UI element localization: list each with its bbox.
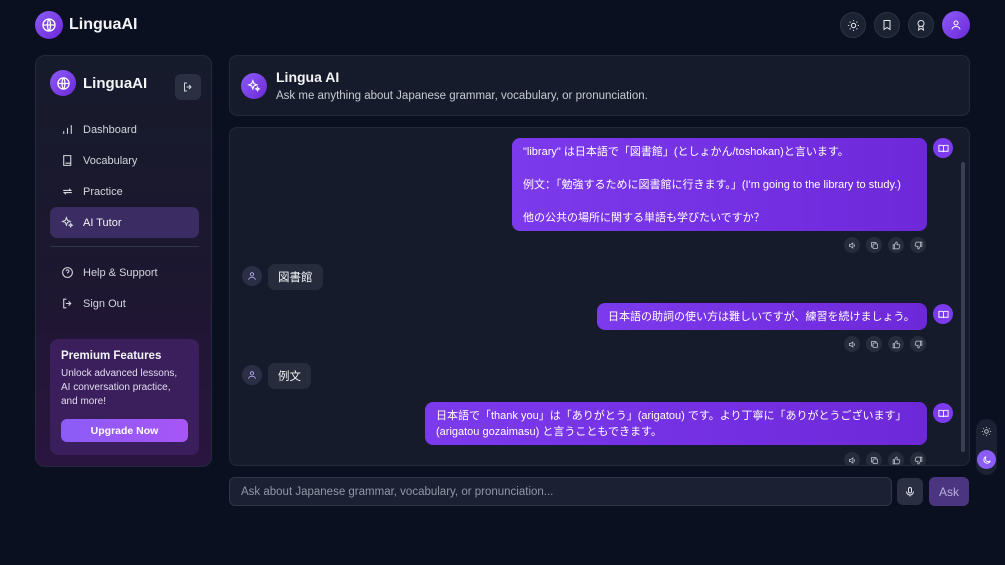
user-avatar [242,266,262,286]
book-icon [60,154,74,168]
sidebar-item-ai-tutor[interactable]: AI Tutor [50,207,199,238]
copy-icon[interactable] [866,237,882,253]
message-line: 例文：「勉強するために図書館に行きます。」(I'm going to the l… [523,179,901,191]
sun-icon[interactable] [840,12,866,38]
book-open-icon[interactable] [933,304,953,324]
award-icon[interactable] [908,12,934,38]
sidebar: LinguaAI Dashboard Vocabulary Practice A… [35,55,212,467]
book-open-icon[interactable] [933,403,953,423]
copy-icon[interactable] [866,336,882,352]
globe-icon [50,70,76,96]
book-open-icon[interactable] [933,138,953,158]
user-message: 例文 [268,363,311,389]
message-actions [844,237,926,253]
sidebar-item-label: AI Tutor [83,216,122,229]
sidebar-item-help-support[interactable]: Help & Support [50,257,199,288]
top-actions [840,11,970,39]
thumbs-down-icon[interactable] [910,237,926,253]
user-avatar [242,365,262,385]
collapse-sidebar-button[interactable] [175,74,201,100]
message-line: "library" は日本語で「図書館」(としょかん/toshokan)と言いま… [523,146,849,158]
question-input-wrapper [229,477,892,506]
message-line: 他の公共の場所に関する単語も学びたいですか？ [523,212,765,224]
user-icon [248,371,256,379]
chat-messages[interactable]: "library" は日本語で「図書館」(としょかん/toshokan)と言いま… [229,127,970,466]
help-circle-icon [60,266,74,280]
user-icon[interactable] [942,11,970,39]
sidebar-item-label: Vocabulary [83,154,138,167]
premium-description: Unlock advanced lessons, AI conversation… [61,368,178,407]
repeat-icon [60,185,74,199]
user-icon [248,272,256,280]
ai-message: 日本語で「thank you」は「ありがとう」(arigatou) です。より丁… [425,402,927,445]
sidebar-item-dashboard[interactable]: Dashboard [50,114,199,145]
message-actions [844,336,926,352]
sidebar-item-label: Practice [83,185,123,198]
user-message: 図書館 [268,264,323,290]
message-line: 日本語の助詞の使い方は難しいですが、練習を続けましょう。 [608,311,915,323]
scrollbar[interactable] [961,162,965,452]
question-input[interactable] [230,478,891,505]
copy-icon[interactable] [866,452,882,465]
sidebar-item-practice[interactable]: Practice [50,176,199,207]
microphone-icon [906,486,914,496]
premium-card: Premium Features Unlock advanced lessons… [50,339,199,455]
sidebar-item-label: Help & Support [83,266,158,279]
sidebar-item-sign-out[interactable]: Sign Out [50,288,199,319]
divider [50,246,199,247]
sparkles-icon [241,73,267,99]
ask-button[interactable]: Ask [929,477,969,506]
volume-icon[interactable] [844,452,860,465]
page-title: Lingua AI [276,69,340,85]
sidebar-brand[interactable]: LinguaAI [50,70,147,96]
sidebar-item-vocabulary[interactable]: Vocabulary [50,145,199,176]
app-brand-name: LinguaAI [69,16,138,33]
thumbs-up-icon[interactable] [888,452,904,465]
ai-message: 日本語の助詞の使い方は難しいですが、練習を続けましょう。 [597,303,927,330]
volume-icon[interactable] [844,336,860,352]
microphone-button[interactable] [897,478,923,505]
top-bar: LinguaAI [0,0,1005,50]
app-brand[interactable]: LinguaAI [35,11,137,39]
sidebar-item-label: Sign Out [83,297,126,310]
sidebar-item-label: Dashboard [83,123,137,136]
tutor-header: Lingua AI Ask me anything about Japanese… [229,55,970,116]
log-out-icon [60,297,74,311]
moon-icon[interactable] [977,450,996,469]
volume-icon[interactable] [844,237,860,253]
sidebar-brand-name: LinguaAI [83,74,148,92]
theme-toggle[interactable] [976,419,997,475]
sparkles-icon [60,216,74,230]
thumbs-up-icon[interactable] [888,237,904,253]
sidebar-nav: Dashboard Vocabulary Practice AI Tutor H… [50,114,199,319]
thumbs-up-icon[interactable] [888,336,904,352]
message-line: 日本語で「thank you」は「ありがとう」(arigatou) です。より丁… [436,410,907,422]
globe-icon [35,11,63,39]
ai-message: "library" は日本語で「図書館」(としょかん/toshokan)と言いま… [512,138,927,231]
upgrade-now-button[interactable]: Upgrade Now [61,419,188,442]
page-subtitle: Ask me anything about Japanese grammar, … [276,90,648,102]
log-out-icon [184,82,192,92]
thumbs-down-icon[interactable] [910,452,926,465]
premium-title: Premium Features [61,350,162,362]
sun-icon[interactable] [978,423,995,440]
bookmark-icon[interactable] [874,12,900,38]
thumbs-down-icon[interactable] [910,336,926,352]
message-line: (arigatou gozaimasu) と言うこともできます。 [436,426,662,438]
message-actions [844,452,926,465]
bar-chart-icon [60,123,74,137]
